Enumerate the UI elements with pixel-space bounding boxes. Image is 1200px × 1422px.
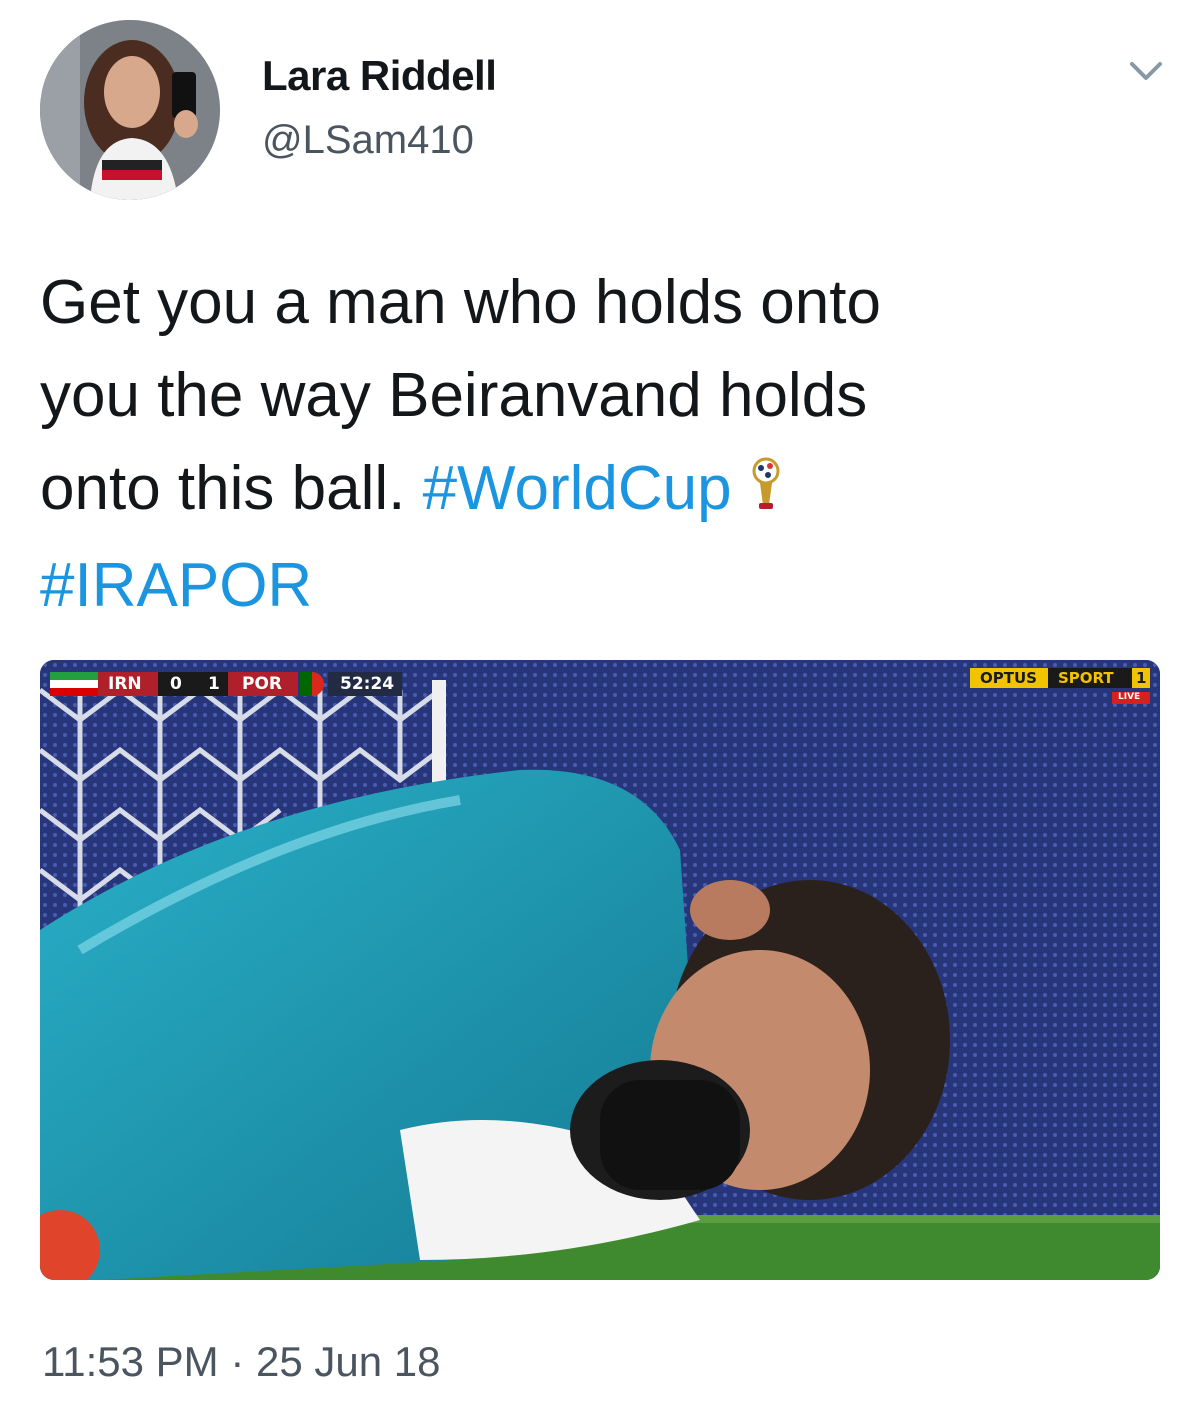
- tweet-date: 25 Jun 18: [256, 1338, 441, 1385]
- tweet-line: you the way Beiranvand holds: [40, 361, 868, 430]
- avatar-photo: [40, 20, 220, 200]
- hashtag-worldcup[interactable]: #WorldCup: [423, 454, 732, 523]
- home-team: IRN: [108, 674, 142, 694]
- avatar[interactable]: [40, 20, 220, 200]
- broadcaster-logo: OPTUS SPORT 1 LIVE: [970, 668, 1150, 713]
- tweet-line-text: onto this ball.: [40, 454, 406, 523]
- broadcaster-channel: 1: [1136, 669, 1147, 687]
- tweet-line: Get you a man who holds onto: [40, 268, 881, 337]
- tweet-text: Get you a man who holds onto you the way…: [40, 256, 1160, 632]
- live-badge: LIVE: [1118, 692, 1141, 702]
- world-cup-trophy-icon: [750, 446, 782, 539]
- hashtag-irapor[interactable]: #IRAPOR: [40, 551, 312, 620]
- match-clock: 52:24: [340, 674, 395, 694]
- away-score: 1: [208, 674, 220, 694]
- goalkeeper-photo: [40, 660, 1160, 1280]
- tweet-line: #IRAPOR: [40, 539, 1160, 632]
- timestamp-separator: ·: [230, 1338, 245, 1385]
- display-name[interactable]: Lara Riddell: [262, 52, 497, 100]
- tweet-media-image[interactable]: IRN 0 1 POR 52:24 OPTUS SPORT 1 LIVE: [40, 660, 1160, 1280]
- broadcaster-name-right: SPORT: [1058, 669, 1114, 687]
- home-score: 0: [170, 674, 182, 694]
- chevron-down-icon[interactable]: [1126, 56, 1166, 86]
- scoreboard: IRN 0 1 POR 52:24: [50, 672, 440, 703]
- broadcaster-name-left: OPTUS: [980, 669, 1037, 687]
- away-team: POR: [242, 674, 283, 694]
- tweet-timestamp[interactable]: 11:53 PM · 25 Jun 18: [42, 1338, 441, 1386]
- tweet-time: 11:53 PM: [42, 1338, 219, 1385]
- user-handle[interactable]: @LSam410: [262, 118, 474, 163]
- tweet-line: onto this ball. #WorldCup: [40, 442, 1160, 539]
